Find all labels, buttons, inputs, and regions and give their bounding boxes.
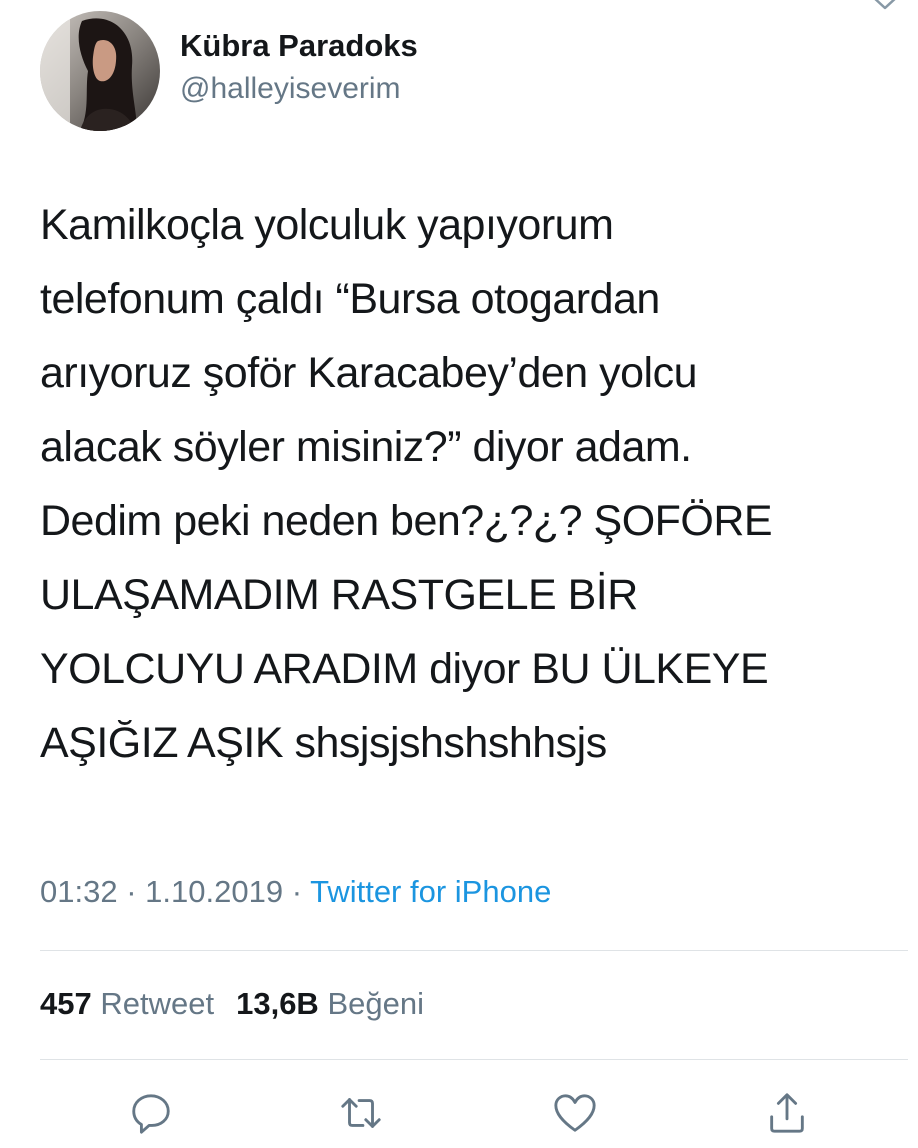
user-handle[interactable]: @halleyiseverim bbox=[180, 70, 401, 108]
tweet-text-line: ULAŞAMADIM RASTGELE BİR bbox=[40, 571, 638, 619]
tweet-text-line: Kamilkoçla yolculuk yapıyorum bbox=[40, 201, 614, 249]
tweet-text-line: AŞIĞIZ AŞIK shsjsjshshshhsjs bbox=[40, 719, 607, 767]
retweet-button[interactable] bbox=[336, 1088, 386, 1138]
tweet-date: 1.10.2019 bbox=[145, 874, 284, 909]
meta-separator: · bbox=[291, 874, 303, 909]
avatar[interactable] bbox=[40, 11, 160, 131]
share-button[interactable] bbox=[762, 1088, 812, 1138]
divider bbox=[40, 1059, 908, 1060]
avatar-image bbox=[40, 11, 160, 131]
like-stat[interactable]: 13,6B Beğeni bbox=[236, 986, 424, 1021]
tweet-meta: 01:32 · 1.10.2019 · Twitter for iPhone bbox=[40, 872, 551, 912]
tweet-text-line: Dedim peki neden ben?¿?¿? ŞOFÖRE bbox=[40, 497, 773, 545]
share-icon bbox=[770, 1093, 804, 1133]
tweet-text-line: YOLCUYU ARADIM diyor BU ÜLKEYE bbox=[40, 645, 769, 693]
like-count: 13,6B bbox=[236, 986, 319, 1021]
tweet-text: Kamilkoçla yolculuk yapıyorum telefonum … bbox=[40, 188, 900, 780]
chevron-down-icon[interactable] bbox=[868, 0, 902, 14]
like-button[interactable] bbox=[550, 1088, 600, 1138]
tweet-detail: Kübra Paradoks @halleyiseverim Kamilkoçl… bbox=[0, 0, 918, 1148]
meta-separator: · bbox=[126, 874, 137, 909]
divider bbox=[40, 950, 908, 951]
tweet-source-link[interactable]: Twitter for iPhone bbox=[310, 874, 551, 909]
tweet-time: 01:32 bbox=[40, 874, 118, 909]
retweet-label: Retweet bbox=[100, 986, 215, 1021]
retweet-stat[interactable]: 457 Retweet bbox=[40, 986, 214, 1021]
tweet-stats: 457 Retweet 13,6B Beğeni bbox=[40, 984, 424, 1024]
retweet-icon bbox=[341, 1098, 381, 1128]
tweet-text-line: alacak söyler misiniz?” diyor adam. bbox=[40, 423, 692, 471]
like-icon bbox=[554, 1094, 596, 1132]
reply-button[interactable] bbox=[126, 1088, 176, 1138]
like-label: Beğeni bbox=[327, 986, 424, 1021]
display-name[interactable]: Kübra Paradoks bbox=[180, 27, 418, 65]
tweet-text-line: telefonum çaldı “Bursa otogardan bbox=[40, 275, 660, 323]
reply-icon bbox=[132, 1094, 170, 1134]
retweet-count: 457 bbox=[40, 986, 92, 1021]
tweet-text-line: arıyoruz şoför Karacabey’den yolcu bbox=[40, 349, 698, 397]
